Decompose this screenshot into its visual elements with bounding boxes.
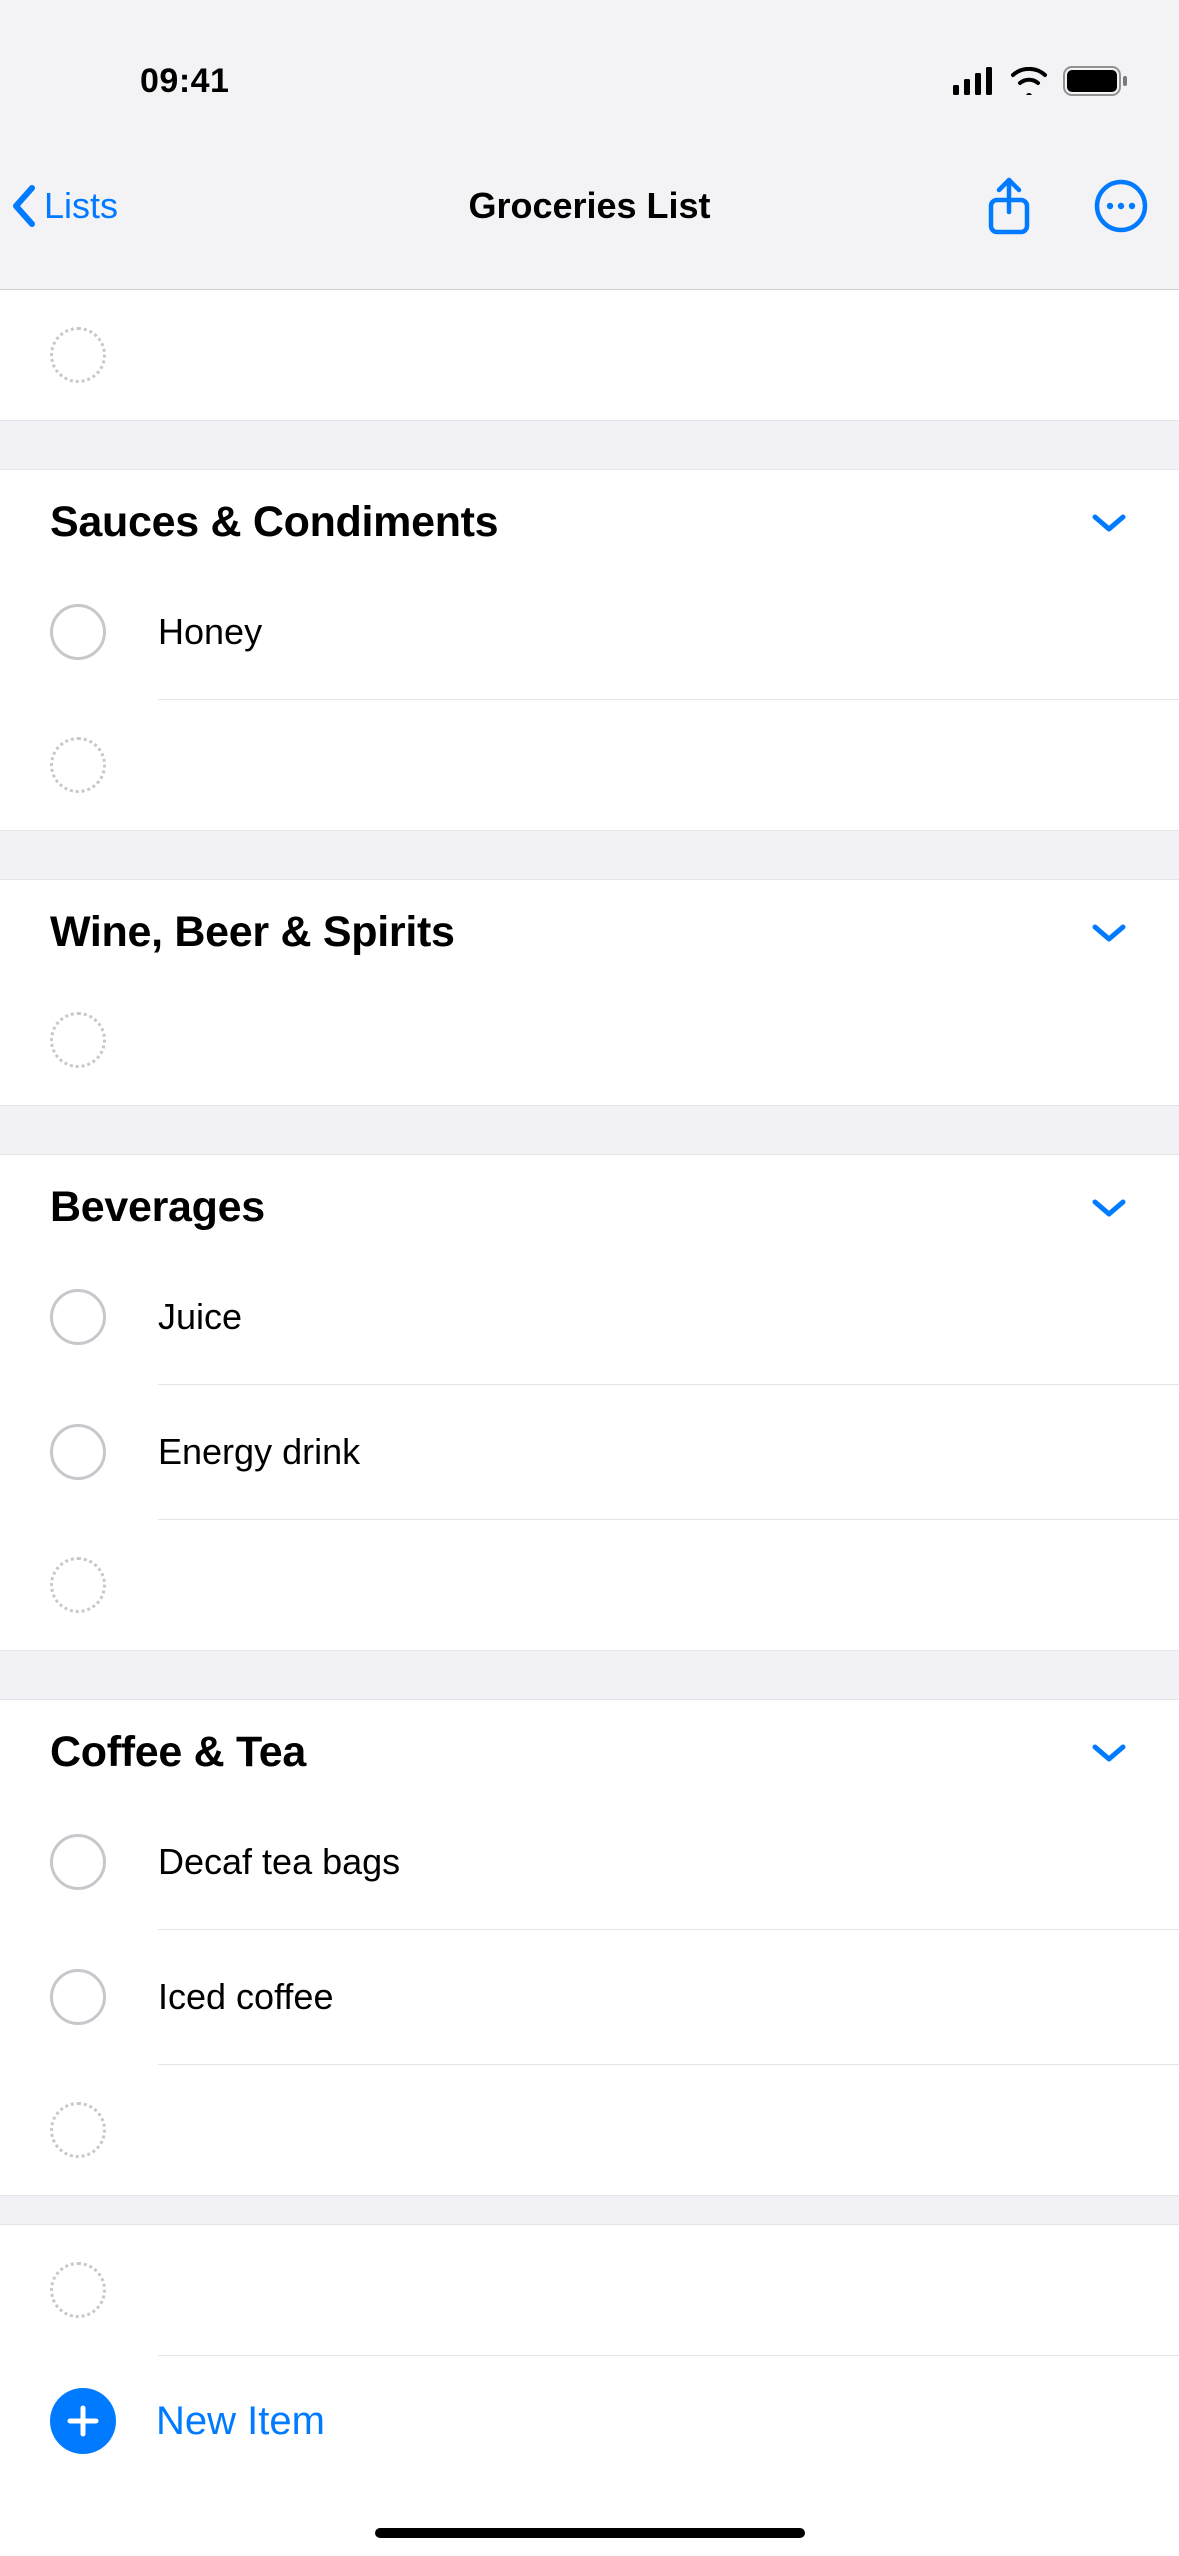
status-indicators xyxy=(953,66,1129,96)
share-icon[interactable] xyxy=(985,176,1033,236)
section-title: Beverages xyxy=(50,1183,265,1232)
section-header-wine[interactable]: Wine, Beer & Spirits xyxy=(0,880,1179,975)
nav-actions xyxy=(985,176,1149,236)
dotted-circle-icon xyxy=(50,1012,106,1068)
item-label: Decaf tea bags xyxy=(158,1841,1129,1883)
wifi-icon xyxy=(1009,67,1049,95)
item-label: Honey xyxy=(158,611,1129,653)
nav-bar: Lists Groceries List xyxy=(0,140,1179,290)
list-item[interactable]: Honey xyxy=(0,565,1179,699)
section-title: Sauces & Condiments xyxy=(50,498,498,547)
cellular-icon xyxy=(953,67,995,95)
section-separator xyxy=(0,1105,1179,1155)
list-item[interactable]: Energy drink xyxy=(0,1385,1179,1519)
section-header-sauces[interactable]: Sauces & Condiments xyxy=(0,470,1179,565)
content: Sauces & Condiments Honey Wine, Beer & S… xyxy=(0,290,1179,2486)
dotted-circle-icon xyxy=(50,737,106,793)
status-bar: 09:41 xyxy=(0,0,1179,140)
checkbox-circle[interactable] xyxy=(50,1289,106,1345)
battery-icon xyxy=(1063,66,1129,96)
chevron-down-icon xyxy=(1089,1196,1129,1220)
section-header-beverages[interactable]: Beverages xyxy=(0,1155,1179,1250)
chevron-left-icon xyxy=(10,184,40,228)
placeholder-item[interactable] xyxy=(0,975,1179,1105)
item-label: Energy drink xyxy=(158,1431,1129,1473)
chevron-down-icon xyxy=(1089,921,1129,945)
item-label: Iced coffee xyxy=(158,1976,1129,2018)
more-icon[interactable] xyxy=(1093,178,1149,234)
chevron-down-icon xyxy=(1089,1741,1129,1765)
section-header-coffee[interactable]: Coffee & Tea xyxy=(0,1700,1179,1795)
item-label: Juice xyxy=(158,1296,1129,1338)
new-item-label: New Item xyxy=(156,2399,325,2444)
placeholder-item[interactable] xyxy=(0,2065,1179,2195)
chevron-down-icon xyxy=(1089,511,1129,535)
list-item[interactable]: Decaf tea bags xyxy=(0,1795,1179,1929)
home-indicator[interactable] xyxy=(375,2528,805,2538)
dotted-circle-icon xyxy=(50,2102,106,2158)
checkbox-circle[interactable] xyxy=(50,604,106,660)
section-separator xyxy=(0,1650,1179,1700)
dotted-circle-icon xyxy=(50,2262,106,2318)
placeholder-item[interactable] xyxy=(0,1520,1179,1650)
checkbox-circle[interactable] xyxy=(50,1424,106,1480)
placeholder-item[interactable] xyxy=(0,290,1179,420)
checkbox-circle[interactable] xyxy=(50,1969,106,2025)
list-item[interactable]: Iced coffee xyxy=(0,1930,1179,2064)
placeholder-item[interactable] xyxy=(0,700,1179,830)
section-separator xyxy=(0,2195,1179,2225)
back-button[interactable]: Lists xyxy=(10,184,118,228)
back-label: Lists xyxy=(44,185,118,227)
new-item-button[interactable]: New Item xyxy=(0,2356,1179,2486)
dotted-circle-icon xyxy=(50,327,106,383)
section-title: Wine, Beer & Spirits xyxy=(50,908,455,957)
status-time: 09:41 xyxy=(140,62,229,101)
plus-circle-icon xyxy=(50,2388,116,2454)
checkbox-circle[interactable] xyxy=(50,1834,106,1890)
dotted-circle-icon xyxy=(50,1557,106,1613)
placeholder-item[interactable] xyxy=(0,2225,1179,2355)
section-separator xyxy=(0,420,1179,470)
section-separator xyxy=(0,830,1179,880)
section-title: Coffee & Tea xyxy=(50,1728,306,1777)
list-item[interactable]: Juice xyxy=(0,1250,1179,1384)
page-title: Groceries List xyxy=(468,185,710,227)
